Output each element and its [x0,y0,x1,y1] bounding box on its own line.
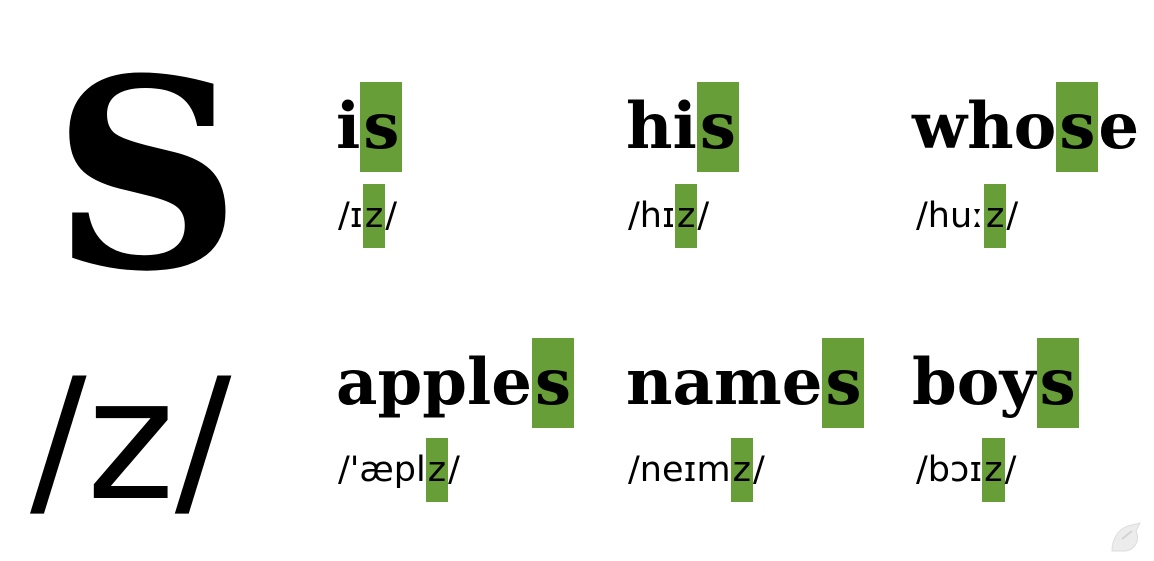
ipa-apples: /'æplz/ [338,438,460,502]
word-ending-highlight: s [1036,338,1079,428]
word-whose: whose [912,82,1139,172]
watermark-icon [1111,522,1141,552]
ipa-highlight: z [674,184,698,248]
ipa-post: / [752,450,765,490]
ipa-his: /hɪz/ [628,184,709,248]
word-ending-highlight: s [532,338,575,428]
ipa-post: / [1006,196,1019,236]
ipa-pre: /neɪm [628,450,731,490]
word-stem: name [626,345,823,420]
word-stem: who [912,89,1057,164]
word-ending-highlight: s [822,338,865,428]
word-stem: i [336,89,361,164]
word-boys: boys [912,338,1079,428]
big-ipa: /z/ [30,342,232,538]
ipa-post: / [697,196,710,236]
word-stem: apple [336,345,532,420]
ipa-post: / [1004,450,1017,490]
ipa-highlight: z [730,438,753,502]
ipa-highlight: z [983,184,1007,248]
word-ending-highlight: s [696,82,739,172]
ipa-is: /ɪz/ [338,184,397,248]
word-names: names [626,338,865,428]
ipa-pre: /huː [916,196,984,236]
word-stem: hi [626,89,697,164]
big-letter: S [52,21,242,329]
word-his: his [626,82,739,172]
ipa-highlight: z [362,184,386,248]
ipa-pre: /ɪ [338,196,363,236]
word-stem: boy [912,345,1037,420]
ipa-highlight: z [982,438,1005,502]
ipa-whose: /huːz/ [916,184,1018,248]
word-is: is [336,82,403,172]
word-ending-highlight: s [1056,82,1099,172]
word-apples: apples [336,338,575,428]
ipa-boys: /bɔɪz/ [916,438,1016,502]
ipa-post: / [385,196,397,236]
ipa-pre: /'æpl [338,450,426,490]
ipa-pre: /hɪ [628,196,675,236]
word-tail: e [1098,89,1140,164]
word-ending-highlight: s [360,82,403,172]
ipa-pre: /bɔɪ [916,450,983,490]
ipa-highlight: z [425,438,449,502]
ipa-names: /neɪmz/ [628,438,765,502]
ipa-post: / [448,450,460,490]
